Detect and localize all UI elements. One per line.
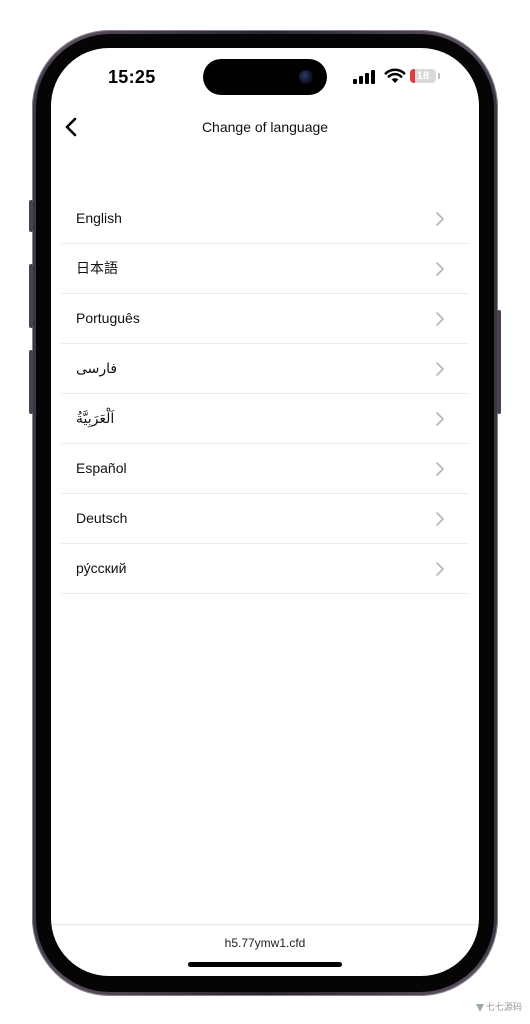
battery-icon: 18 [410, 69, 436, 83]
language-label: ру́сский [76, 560, 127, 576]
language-label: Español [76, 460, 127, 476]
language-label: Português [76, 310, 140, 326]
watermark-text: 七七源码 [486, 1002, 523, 1012]
chevron-right-icon [436, 562, 444, 576]
page: 15:25 18 Change of language English 日本語 … [0, 0, 530, 1024]
language-item-persian[interactable]: فارسی [61, 344, 469, 394]
language-label: English [76, 210, 122, 226]
language-list: English 日本語 Português فارسی اَلْعَرَبِيَ… [61, 194, 469, 594]
watermark: 七七源码 [476, 1000, 522, 1013]
watermark-logo-icon [476, 1003, 484, 1012]
power-button [497, 310, 501, 414]
chevron-right-icon [436, 512, 444, 526]
chevron-right-icon [436, 312, 444, 326]
chevron-right-icon [436, 412, 444, 426]
home-indicator[interactable] [188, 962, 342, 967]
page-url: h5.77ymw1.cfd [224, 936, 306, 950]
wifi-icon [384, 68, 406, 83]
dynamic-island [203, 59, 327, 95]
chevron-right-icon [436, 212, 444, 226]
page-title: Change of language [201, 119, 329, 135]
action-button [29, 200, 33, 232]
language-item-russian[interactable]: ру́сский [61, 544, 469, 594]
chevron-right-icon [436, 262, 444, 276]
language-label: اَلْعَرَبِيَّةُ [76, 410, 115, 426]
battery-percentage: 18 [416, 70, 430, 82]
volume-up-button [29, 264, 33, 328]
battery-tip [438, 73, 440, 79]
camera-icon [299, 70, 313, 84]
footer-divider [51, 924, 479, 925]
volume-down-button [29, 350, 33, 414]
language-item-japanese[interactable]: 日本語 [61, 244, 469, 294]
screen: 15:25 18 Change of language English 日本語 … [51, 48, 479, 976]
language-label: 日本語 [76, 260, 118, 276]
language-label: Deutsch [76, 510, 128, 526]
chevron-right-icon [436, 362, 444, 376]
language-item-portuguese[interactable]: Português [61, 294, 469, 344]
language-item-arabic[interactable]: اَلْعَرَبِيَّةُ [61, 394, 469, 444]
language-item-spanish[interactable]: Español [61, 444, 469, 494]
language-item-english[interactable]: English [61, 194, 469, 244]
language-label: فارسی [76, 360, 118, 376]
language-item-german[interactable]: Deutsch [61, 494, 469, 544]
chevron-right-icon [436, 462, 444, 476]
cellular-signal-icon [353, 70, 375, 84]
status-time: 15:25 [108, 67, 156, 87]
